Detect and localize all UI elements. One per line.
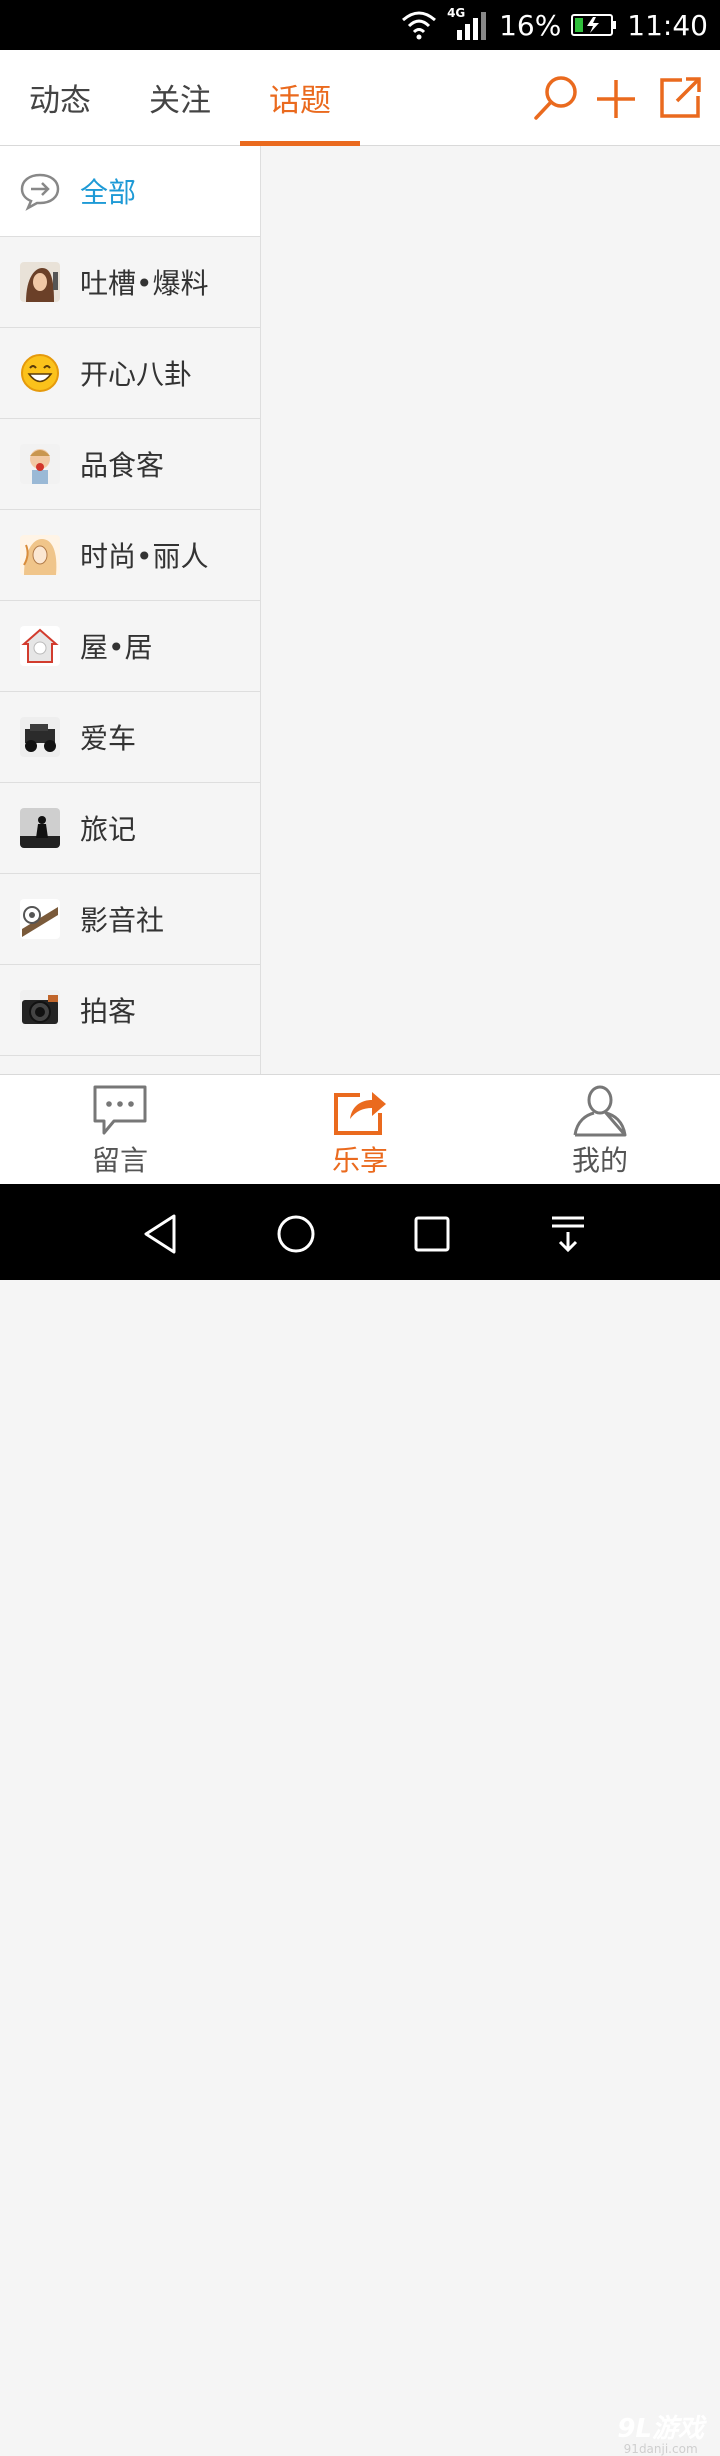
recent-apps-icon[interactable] [410,1212,454,1256]
sidebar-item-cars[interactable]: 爱车 [0,692,260,783]
sidebar-item-label: 全部 [80,176,137,209]
tab-dongtai[interactable]: 动态 [0,50,120,145]
sidebar-item-fashion[interactable]: 时尚•丽人 [0,510,260,601]
watermark-url: 91danji.com [623,2442,698,2456]
status-bar: 4G 16% 11:40 [0,0,720,50]
house-thumbnail [20,626,60,666]
tab-label: 动态 [29,83,91,119]
top-tab-bar: 动态 关注 话题 [0,50,720,146]
home-icon[interactable] [274,1212,318,1256]
tab-label: 话题 [269,83,331,119]
share-box-icon [334,1092,386,1135]
topic-content-area [261,146,720,1074]
tab-label: 关注 [149,83,211,119]
chat-bubble-arrow-icon [20,173,60,211]
sidebar-item-label: 开心八卦 [80,358,193,391]
traveler-silhouette-thumbnail [20,808,60,848]
camera-thumbnail [20,990,60,1030]
sidebar-item-all[interactable]: 全部 [0,146,260,237]
watermark-logo: 9L游戏 [617,2414,704,2444]
wifi-icon [402,11,437,40]
battery-percent: 16% [499,8,562,42]
jeep-thumbnail [20,717,60,757]
notification-pull-icon[interactable] [546,1212,590,1256]
sidebar-item-label: 旅记 [80,813,137,846]
tab-guanzhu[interactable]: 关注 [120,50,240,145]
sidebar-item-label: 吐槽•爆料 [80,267,209,300]
sidebar-item-tucao[interactable]: 吐槽•爆料 [0,237,260,328]
nav-label: 留言 [91,1144,148,1177]
film-reel-thumbnail [20,899,60,939]
sidebar-item-home[interactable]: 屋•居 [0,601,260,692]
sidebar-item-label: 时尚•丽人 [80,540,209,573]
sidebar-item-label: 品食客 [80,449,165,482]
watermark: 9L游戏 91danji.com [617,2416,704,2456]
girl-thumbnail [20,262,60,302]
sidebar-item-label: 影音社 [80,904,165,937]
clock: 11:40 [627,8,708,42]
battery-charging-icon [571,14,617,36]
sidebar-item-travel[interactable]: 旅记 [0,783,260,874]
signal-icon: 4G [447,6,489,42]
search-icon[interactable] [528,70,584,126]
system-nav-bar: 9L游戏 91danji.com [0,1184,720,2456]
nav-label: 乐享 [331,1144,388,1177]
nav-label: 我的 [571,1144,628,1177]
sidebar-item-gossip[interactable]: 开心八卦 [0,328,260,419]
add-icon[interactable] [588,70,644,126]
fashion-sketch-thumbnail [20,535,60,575]
sidebar-item-label: 爱车 [80,722,137,755]
share-icon[interactable] [652,70,708,126]
sidebar-item-film[interactable]: 影音社 [0,874,260,965]
sidebar-item-food[interactable]: 品食客 [0,419,260,510]
sidebar-item-photo[interactable]: 拍客 [0,965,260,1056]
profile-icon [573,1085,627,1137]
bottom-nav: 留言 乐享 我的 [0,1074,720,1185]
smiley-face-thumbnail [21,354,59,392]
message-icon [93,1085,147,1135]
child-eating-thumbnail [20,444,60,484]
back-icon[interactable] [138,1212,182,1256]
tab-huati[interactable]: 话题 [240,50,360,146]
nav-message[interactable]: 留言 [0,1075,240,1185]
sidebar-item-label: 屋•居 [80,631,153,664]
nav-share[interactable]: 乐享 [240,1075,480,1185]
nav-profile[interactable]: 我的 [480,1075,720,1185]
sidebar-item-label: 拍客 [80,995,137,1028]
category-sidebar: 全部 吐槽•爆料 开心八卦 品食客 时尚•丽人 屋•居 爱车 旅记 影音社 拍客 [0,146,261,1074]
